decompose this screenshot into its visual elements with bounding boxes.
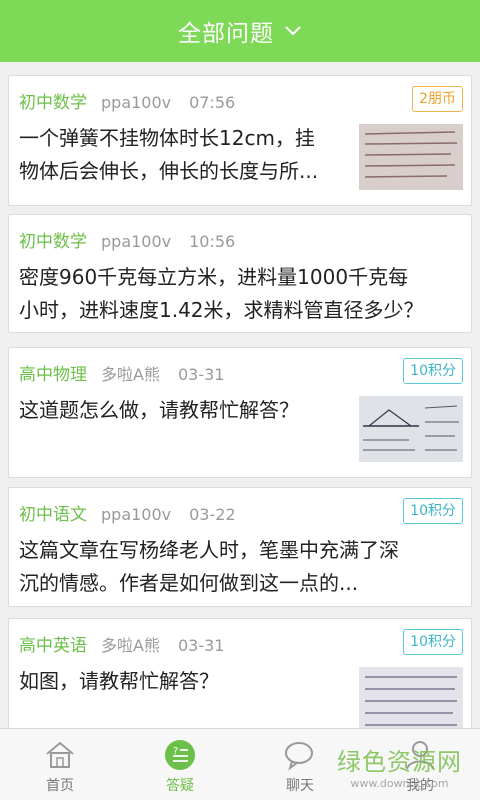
timestamp: 07:56: [189, 93, 236, 112]
question-line: 小时，进料速度1.42米，求精料管直径多少？: [19, 298, 424, 322]
timestamp: 03-22: [189, 505, 236, 524]
timestamp: 10:56: [189, 232, 236, 251]
tab-label: 答疑: [166, 778, 194, 794]
tab-label: 首页: [46, 778, 74, 794]
reward-badge: 10积分: [403, 629, 463, 655]
subject-label: 高中物理: [19, 365, 87, 385]
question-line: 一个弹簧不挂物体时长12cm，挂: [19, 126, 315, 150]
subject-label: 初中数学: [19, 93, 87, 113]
timestamp: 03-31: [177, 636, 225, 655]
question-thumbnail[interactable]: [359, 396, 463, 462]
qa-icon: ?: [165, 740, 195, 770]
question-thumbnail[interactable]: [359, 124, 463, 190]
reward-badge: 2朋币: [412, 86, 463, 112]
username: ppa100v: [101, 505, 172, 524]
question-card[interactable]: 初中语文 ppa100v 03-22 10积分 这篇文章在写杨绛老人时，笔墨中充…: [8, 487, 472, 607]
subject-label: 初中数学: [19, 232, 87, 252]
question-card[interactable]: 高中英语 多啦A熊 03-31 10积分 如图，请教帮忙解答？: [8, 618, 472, 728]
question-line: 如图，请教帮忙解答？: [19, 669, 219, 693]
question-line: 这道题怎么做，请教帮忙解答？: [19, 398, 299, 422]
watermark-url: www.downcc.com: [350, 777, 449, 790]
tab-qa[interactable]: ? 答疑: [120, 729, 240, 800]
subject-label: 高中英语: [19, 636, 87, 656]
question-meta: 初中语文 ppa100v 03-22: [19, 500, 236, 525]
top-bar: 全部问题: [0, 0, 480, 62]
question-thumbnail[interactable]: [359, 667, 463, 728]
question-line: 密度960千克每立方米，进料量1000千克每: [19, 265, 409, 289]
question-text: 密度960千克每立方米，进料量1000千克每 小时，进料速度1.42米，求精料管…: [19, 261, 424, 327]
question-card[interactable]: 初中数学 ppa100v 07:56 2朋币 一个弹簧不挂物体时长12cm，挂 …: [8, 75, 472, 206]
home-icon: [46, 741, 74, 768]
question-card[interactable]: 初中数学 ppa100v 10:56 密度960千克每立方米，进料量1000千克…: [8, 214, 472, 333]
tab-home[interactable]: 首页: [0, 729, 120, 800]
username: ppa100v: [101, 232, 172, 251]
watermark-text: 绿色资源网: [337, 748, 462, 776]
question-meta: 高中英语 多啦A熊 03-31: [19, 631, 224, 656]
question-line: 物体后会伸长，伸长的长度与所...: [19, 159, 319, 183]
question-text: 这篇文章在写杨绛老人时，笔墨中充满了深 沉的情感。作者是如何做到这一点的...: [19, 534, 399, 600]
question-text: 一个弹簧不挂物体时长12cm，挂 物体后会伸长，伸长的长度与所...: [19, 122, 318, 188]
question-meta: 高中物理 多啦A熊 03-31: [19, 360, 224, 385]
chevron-down-icon[interactable]: [284, 25, 302, 37]
question-list[interactable]: 初中数学 ppa100v 07:56 2朋币 一个弹簧不挂物体时长12cm，挂 …: [0, 62, 480, 728]
tab-label: 聊天: [286, 778, 314, 794]
question-card[interactable]: 高中物理 多啦A熊 03-31 10积分 这道题怎么做，请教帮忙解答？: [8, 347, 472, 478]
username: 多啦A熊: [101, 365, 160, 384]
question-text: 如图，请教帮忙解答？: [19, 665, 219, 698]
reward-badge: 10积分: [403, 358, 463, 384]
question-line: 沉的情感。作者是如何做到这一点的...: [19, 571, 359, 595]
question-line: 这篇文章在写杨绛老人时，笔墨中充满了深: [19, 538, 399, 562]
page-title[interactable]: 全部问题: [178, 14, 274, 48]
username: ppa100v: [101, 93, 172, 112]
timestamp: 03-31: [177, 365, 225, 384]
watermark: 绿色资源网 www.downcc.com: [337, 742, 462, 790]
question-meta: 初中数学 ppa100v 10:56: [19, 227, 235, 252]
question-meta: 初中数学 ppa100v 07:56: [19, 88, 235, 113]
chat-icon: [285, 742, 313, 771]
question-text: 这道题怎么做，请教帮忙解答？: [19, 394, 299, 427]
subject-label: 初中语文: [19, 505, 87, 525]
username: 多啦A熊: [101, 636, 160, 655]
reward-badge: 10积分: [403, 498, 463, 524]
